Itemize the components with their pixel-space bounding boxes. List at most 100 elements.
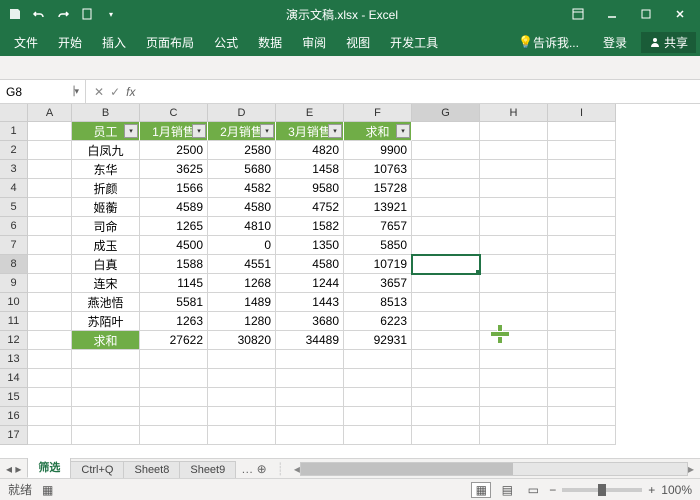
cell[interactable] bbox=[548, 255, 616, 274]
cell[interactable]: 1263 bbox=[140, 312, 208, 331]
row-header[interactable]: 16 bbox=[0, 407, 28, 426]
cell[interactable] bbox=[28, 369, 72, 388]
cell[interactable] bbox=[28, 293, 72, 312]
cell[interactable] bbox=[548, 179, 616, 198]
cell[interactable] bbox=[28, 160, 72, 179]
zoom-out-icon[interactable]: − bbox=[549, 483, 556, 497]
cell[interactable] bbox=[412, 388, 480, 407]
cell[interactable] bbox=[480, 236, 548, 255]
row-header[interactable]: 4 bbox=[0, 179, 28, 198]
row-header[interactable]: 3 bbox=[0, 160, 28, 179]
cell[interactable]: 4500 bbox=[140, 236, 208, 255]
sheet-tab[interactable]: Sheet8 bbox=[123, 461, 180, 478]
cell[interactable] bbox=[72, 369, 140, 388]
name-box[interactable]: G8▕▾ bbox=[0, 80, 86, 103]
cell[interactable] bbox=[480, 407, 548, 426]
zoom-in-icon[interactable]: + bbox=[648, 483, 655, 497]
cell[interactable]: 1582 bbox=[276, 217, 344, 236]
cell[interactable]: 92931 bbox=[344, 331, 412, 350]
row-header[interactable]: 9 bbox=[0, 274, 28, 293]
cell[interactable]: 1265 bbox=[140, 217, 208, 236]
cell[interactable]: 求和 bbox=[72, 331, 140, 350]
cell[interactable] bbox=[412, 198, 480, 217]
cell[interactable] bbox=[28, 274, 72, 293]
row-header[interactable]: 11 bbox=[0, 312, 28, 331]
undo-icon[interactable] bbox=[28, 3, 50, 25]
cell[interactable] bbox=[480, 122, 548, 141]
column-header[interactable]: C bbox=[140, 104, 208, 122]
cell[interactable] bbox=[28, 236, 72, 255]
cancel-formula-icon[interactable]: ✕ bbox=[94, 85, 104, 99]
tab-layout[interactable]: 页面布局 bbox=[136, 28, 204, 56]
cell[interactable]: 4810 bbox=[208, 217, 276, 236]
cell[interactable] bbox=[548, 312, 616, 331]
cell[interactable]: 1145 bbox=[140, 274, 208, 293]
cell[interactable] bbox=[412, 407, 480, 426]
worksheet-area[interactable]: ABCDEFGHI 1234567891011121314151617 员工▾1… bbox=[0, 104, 700, 458]
cell[interactable]: 5680 bbox=[208, 160, 276, 179]
cell[interactable]: 3657 bbox=[344, 274, 412, 293]
cell[interactable] bbox=[140, 369, 208, 388]
cell[interactable] bbox=[28, 255, 72, 274]
cell[interactable] bbox=[344, 407, 412, 426]
cell[interactable]: 折颜 bbox=[72, 179, 140, 198]
cell[interactable]: 白凤九 bbox=[72, 141, 140, 160]
sheet-tab[interactable]: Ctrl+Q bbox=[70, 461, 124, 478]
cell[interactable] bbox=[548, 141, 616, 160]
cell[interactable]: 9580 bbox=[276, 179, 344, 198]
cell[interactable]: 4551 bbox=[208, 255, 276, 274]
cell[interactable] bbox=[276, 350, 344, 369]
cell[interactable] bbox=[548, 426, 616, 445]
cell[interactable] bbox=[276, 426, 344, 445]
cell[interactable] bbox=[140, 350, 208, 369]
cell[interactable]: 姬蘅 bbox=[72, 198, 140, 217]
cell[interactable] bbox=[412, 369, 480, 388]
cell[interactable]: 3625 bbox=[140, 160, 208, 179]
cell[interactable] bbox=[412, 426, 480, 445]
redo-icon[interactable] bbox=[52, 3, 74, 25]
filter-dropdown-icon[interactable]: ▾ bbox=[192, 124, 206, 138]
cell[interactable]: 4580 bbox=[208, 198, 276, 217]
cell[interactable] bbox=[480, 331, 548, 350]
maximize-icon[interactable] bbox=[630, 2, 662, 26]
cell[interactable] bbox=[276, 407, 344, 426]
cell[interactable]: 27622 bbox=[140, 331, 208, 350]
cell[interactable]: 2500 bbox=[140, 141, 208, 160]
cell[interactable] bbox=[548, 369, 616, 388]
close-icon[interactable] bbox=[664, 2, 696, 26]
tab-file[interactable]: 文件 bbox=[4, 28, 48, 56]
cell[interactable] bbox=[28, 407, 72, 426]
filter-dropdown-icon[interactable]: ▾ bbox=[124, 124, 138, 138]
cell[interactable] bbox=[140, 388, 208, 407]
cell[interactable] bbox=[208, 369, 276, 388]
tab-data[interactable]: 数据 bbox=[248, 28, 292, 56]
row-header[interactable]: 2 bbox=[0, 141, 28, 160]
cell[interactable]: 2580 bbox=[208, 141, 276, 160]
sheet-tab[interactable]: Sheet9 bbox=[179, 461, 236, 478]
cell[interactable] bbox=[412, 217, 480, 236]
cell[interactable] bbox=[548, 122, 616, 141]
cell[interactable] bbox=[344, 350, 412, 369]
row-header[interactable]: 15 bbox=[0, 388, 28, 407]
cell[interactable] bbox=[72, 426, 140, 445]
cell[interactable] bbox=[412, 141, 480, 160]
view-pagebreak-icon[interactable]: ▭ bbox=[523, 482, 543, 498]
cell[interactable] bbox=[28, 217, 72, 236]
cell[interactable] bbox=[28, 179, 72, 198]
cell[interactable]: 1280 bbox=[208, 312, 276, 331]
save-icon[interactable] bbox=[4, 3, 26, 25]
cell[interactable] bbox=[412, 274, 480, 293]
row-header[interactable]: 17 bbox=[0, 426, 28, 445]
row-header[interactable]: 13 bbox=[0, 350, 28, 369]
tab-home[interactable]: 开始 bbox=[48, 28, 92, 56]
column-header[interactable]: A bbox=[28, 104, 72, 122]
cell[interactable] bbox=[548, 388, 616, 407]
cell[interactable] bbox=[548, 350, 616, 369]
cell[interactable] bbox=[480, 255, 548, 274]
cell[interactable] bbox=[28, 198, 72, 217]
cell[interactable] bbox=[548, 160, 616, 179]
cell[interactable]: 15728 bbox=[344, 179, 412, 198]
cell[interactable]: 4589 bbox=[140, 198, 208, 217]
row-header[interactable]: 1 bbox=[0, 122, 28, 141]
tab-formula[interactable]: 公式 bbox=[204, 28, 248, 56]
